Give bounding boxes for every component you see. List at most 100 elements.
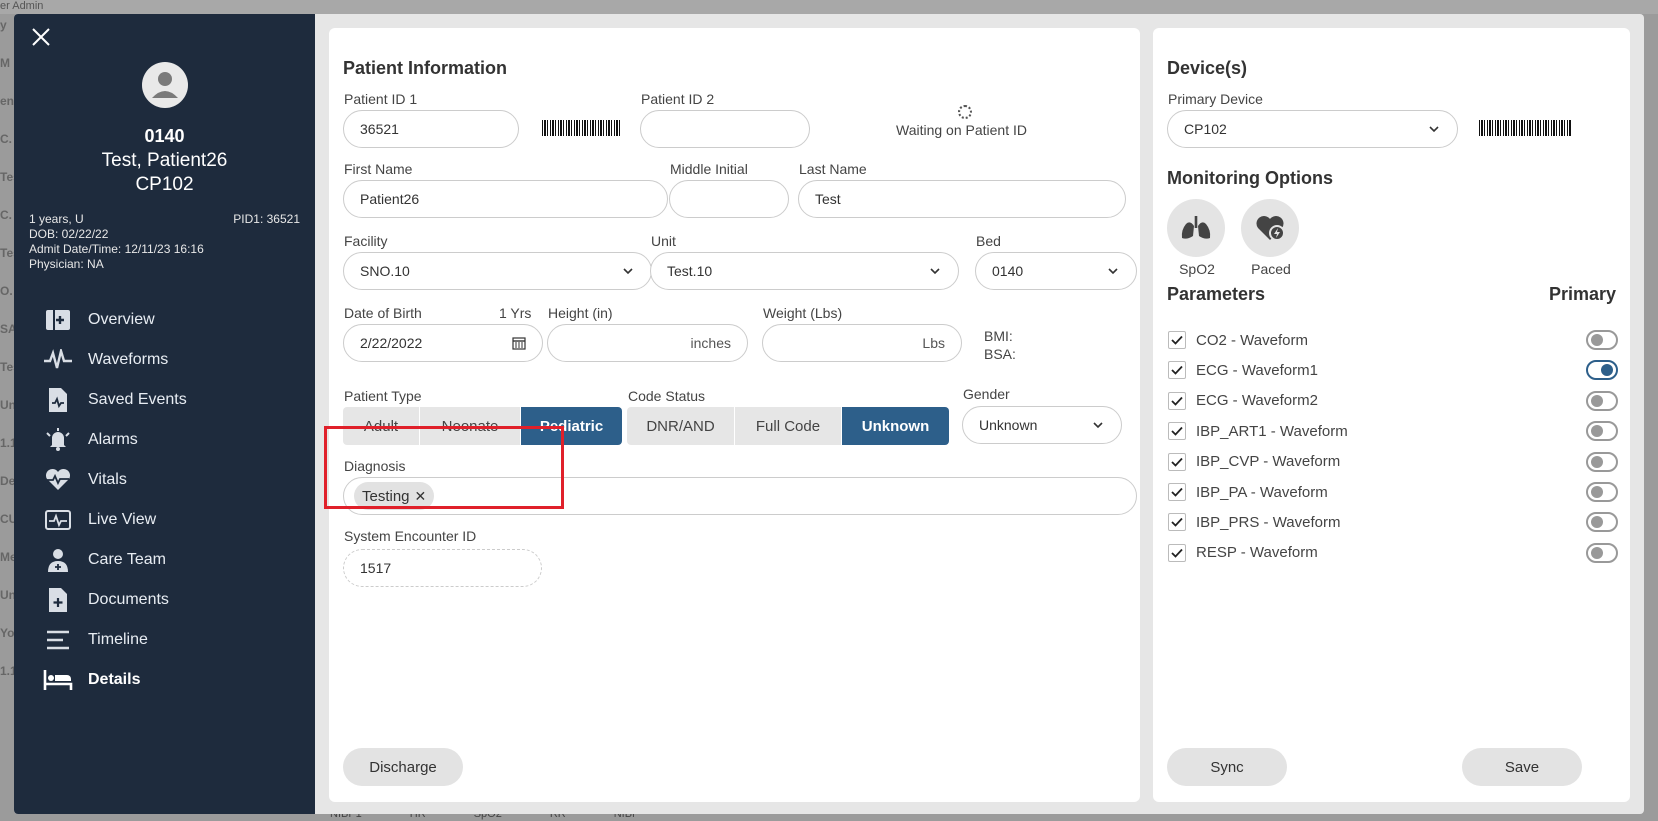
primary-toggle[interactable] [1586,482,1618,502]
weight-label: Weight (Lbs) [763,305,843,321]
parameters-title: Parameters [1167,284,1266,304]
patient-information-card: Patient Information Patient ID 1 36521 P… [329,28,1140,802]
primary-device-select[interactable]: CP102 [1167,110,1458,148]
unit-select[interactable]: Test.10 [650,252,959,290]
background-left-text: O. [0,284,13,298]
patient-info-title: Patient Information [343,58,508,78]
parameter-checkbox[interactable] [1168,422,1186,441]
sidebar-age: 1 years, U [29,212,84,226]
code-status-full-code[interactable]: Full Code [735,407,842,445]
patient-type-label: Patient Type [344,388,422,404]
sidebar-item-waveforms[interactable]: Waveforms [42,340,187,380]
chevron-down-icon [930,268,940,275]
encounter-id-label: System Encounter ID [344,528,477,544]
parameter-checkbox[interactable] [1168,361,1186,380]
facility-select[interactable]: SNO.10 [343,252,652,290]
facility-label: Facility [344,233,388,249]
bed-icon [42,665,74,695]
sidebar-item-label: Timeline [88,631,148,648]
primary-toggle[interactable] [1586,542,1618,563]
calendar-icon[interactable] [512,336,526,350]
parameter-checkbox[interactable] [1168,483,1186,501]
sidebar-item-label: Alarms [88,431,138,448]
primary-column-title: Primary [1548,284,1616,304]
timeline-icon [42,625,74,655]
patient-id1-input[interactable]: 36521 [343,110,519,148]
sync-button[interactable]: Sync [1167,748,1287,786]
parameter-row: IBP_PRS - Waveform [1168,507,1618,537]
close-icon[interactable] [30,26,54,50]
unit-label: Unit [651,233,676,249]
sidebar-item-vitals[interactable]: Vitals [42,460,187,500]
code-status-unknown[interactable]: Unknown [842,407,949,445]
parameter-checkbox[interactable] [1168,543,1186,562]
sidebar-item-documents[interactable]: Documents [42,580,187,620]
heart-bolt-icon [1241,199,1299,257]
sidebar-item-overview[interactable]: Overview [42,300,187,340]
checkmark-icon [1171,457,1183,467]
monitor-option-spo2[interactable]: SpO2 [1167,199,1227,277]
middle-initial-input[interactable] [669,180,789,218]
devices-title: Device(s) [1167,58,1248,78]
code-status-dnr[interactable]: DNR/AND [627,407,735,445]
checkmark-icon [1171,396,1183,406]
sidebar-item-label: Saved Events [88,391,187,408]
first-name-input[interactable]: Patient26 [343,180,668,218]
primary-device-label: Primary Device [1168,91,1263,107]
barcode-icon[interactable] [1479,120,1571,136]
background-top-strip [0,0,1658,14]
chevron-down-icon [1093,422,1103,429]
background-left-text: C. [0,132,12,146]
last-name-label: Last Name [799,161,867,177]
patient-id1-label: Patient ID 1 [344,91,418,107]
sidebar-pid: PID1: 36521 [233,212,300,226]
bed-select[interactable]: 0140 [975,252,1137,290]
sidebar-nav: Overview Waveforms Saved Events Alarms V… [42,300,187,700]
sidebar-item-live-view[interactable]: Live View [42,500,187,540]
parameter-checkbox[interactable] [1168,452,1186,471]
primary-toggle[interactable] [1586,451,1618,472]
sidebar-item-details[interactable]: Details [42,660,187,700]
parameter-row: IBP_ART1 - Waveform [1168,416,1618,446]
sidebar-item-alarms[interactable]: Alarms [42,420,187,460]
sidebar-item-label: Details [88,671,141,688]
height-input[interactable]: inches [547,324,748,362]
sidebar-admit: Admit Date/Time: 12/11/23 16:16 [29,242,204,256]
sidebar-item-saved-events[interactable]: Saved Events [42,380,187,420]
primary-toggle[interactable] [1586,421,1618,442]
encounter-id-value: 1517 [360,560,392,576]
primary-toggle[interactable] [1586,360,1618,381]
sidebar-physician: Physician: NA [29,257,104,271]
unit-value: Test.10 [667,263,713,279]
save-button[interactable]: Save [1462,748,1582,786]
parameter-checkbox[interactable] [1168,513,1186,532]
facility-value: SNO.10 [360,263,410,279]
parameter-checkbox[interactable] [1168,331,1186,349]
discharge-button[interactable]: Discharge [343,748,463,786]
bed-value: 0140 [992,263,1024,279]
patient-id2-input[interactable] [640,110,810,148]
parameter-row: RESP - Waveform [1168,538,1618,568]
weight-input[interactable]: Lbs [762,324,962,362]
sidebar-item-label: Overview [88,311,155,328]
parameter-name: IBP_CVP - Waveform [1196,453,1341,471]
barcode-icon[interactable] [542,120,620,136]
sidebar-item-timeline[interactable]: Timeline [42,620,187,660]
sidebar-item-label: Live View [88,511,157,528]
parameter-name: ECG - Waveform1 [1196,361,1318,379]
sidebar-bed: 0140 [144,126,185,146]
monitor-option-paced[interactable]: Paced [1241,199,1301,277]
sidebar-item-care-team[interactable]: Care Team [42,540,187,580]
dob-input[interactable]: 2/22/2022 [343,324,543,362]
monitoring-options-title: Monitoring Options [1167,168,1333,188]
parameter-row: IBP_CVP - Waveform [1168,447,1618,477]
diagnosis-highlight-box [324,426,564,509]
primary-toggle[interactable] [1586,330,1618,350]
parameter-checkbox[interactable] [1168,391,1186,410]
primary-toggle[interactable] [1586,512,1618,533]
primary-device-value: CP102 [1184,121,1227,137]
last-name-input[interactable]: Test [798,180,1126,218]
dob-value: 2/22/2022 [360,335,423,351]
primary-toggle[interactable] [1586,390,1618,411]
gender-select[interactable]: Unknown [962,406,1122,444]
